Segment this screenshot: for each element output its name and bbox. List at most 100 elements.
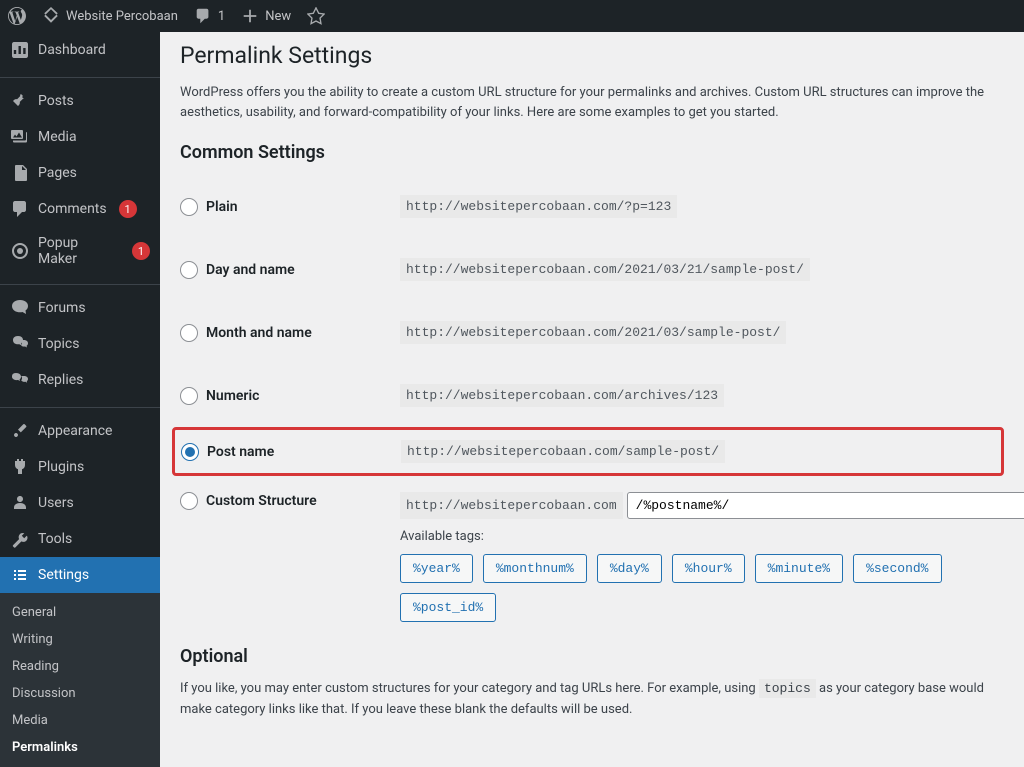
menu-label: Media xyxy=(38,129,77,145)
tag-day[interactable]: %day% xyxy=(597,554,662,583)
tag-hour[interactable]: %hour% xyxy=(672,554,745,583)
option-day-name-label[interactable]: Day and name xyxy=(180,261,400,279)
submenu-general[interactable]: General xyxy=(0,599,160,626)
optional-text-1: If you like, you may enter custom struct… xyxy=(180,681,759,696)
option-numeric-label[interactable]: Numeric xyxy=(180,387,400,405)
menu-label: Comments xyxy=(38,201,107,217)
option-day-name-example: http://websitepercobaan.com/2021/03/21/s… xyxy=(400,258,810,281)
radio-day-name[interactable] xyxy=(180,261,198,279)
page-title: Permalink Settings xyxy=(180,42,1004,69)
menu-label: Tools xyxy=(38,531,72,547)
menu-separator xyxy=(0,73,160,78)
option-custom: Custom Structure http://websitepercobaan… xyxy=(180,476,1004,638)
comments-count: 1 xyxy=(218,9,225,24)
option-plain-example: http://websitepercobaan.com/?p=123 xyxy=(400,195,677,218)
submenu-reading[interactable]: Reading xyxy=(0,653,160,680)
pin-icon xyxy=(10,91,30,111)
optional-code: topics xyxy=(759,679,816,698)
site-name: Website Percobaan xyxy=(66,9,178,24)
wp-logo[interactable] xyxy=(8,7,26,25)
radio-month-name[interactable] xyxy=(180,324,198,342)
menu-topics[interactable]: Topics xyxy=(0,326,160,362)
option-month-name-example: http://websitepercobaan.com/2021/03/samp… xyxy=(400,321,786,344)
submenu-writing[interactable]: Writing xyxy=(0,626,160,653)
menu-label: Replies xyxy=(38,372,83,388)
tag-post-id[interactable]: %post_id% xyxy=(400,593,496,622)
new-link[interactable]: New xyxy=(241,7,291,25)
menu-users[interactable]: Users xyxy=(0,485,160,521)
optional-heading: Optional xyxy=(180,646,1004,667)
submenu-permalinks[interactable]: Permalinks xyxy=(0,734,160,761)
brush-icon xyxy=(10,421,30,441)
menu-posts[interactable]: Posts xyxy=(0,83,160,119)
topics-icon xyxy=(10,334,30,354)
radio-plain[interactable] xyxy=(180,198,198,216)
badge: 1 xyxy=(119,200,137,218)
option-numeric: Numeric http://websitepercobaan.com/arch… xyxy=(180,364,1004,427)
option-plain-label[interactable]: Plain xyxy=(180,198,400,216)
forums-icon xyxy=(10,298,30,318)
menu-media[interactable]: Media xyxy=(0,119,160,155)
wrench-icon xyxy=(10,529,30,549)
option-post-name-example: http://websitepercobaan.com/sample-post/ xyxy=(401,440,725,463)
page-intro: WordPress offers you the ability to crea… xyxy=(180,83,1004,122)
menu-replies[interactable]: Replies xyxy=(0,362,160,398)
submenu-discussion[interactable]: Discussion xyxy=(0,680,160,707)
menu-dashboard[interactable]: Dashboard xyxy=(0,32,160,68)
tag-monthnum[interactable]: %monthnum% xyxy=(483,554,587,583)
menu-popup-maker[interactable]: Popup Maker 1 xyxy=(0,227,160,275)
replies-icon xyxy=(10,370,30,390)
settings-submenu: General Writing Reading Discussion Media… xyxy=(0,593,160,767)
option-plain: Plain http://websitepercobaan.com/?p=123 xyxy=(180,175,1004,238)
menu-forums[interactable]: Forums xyxy=(0,290,160,326)
optional-desc: If you like, you may enter custom struct… xyxy=(180,679,1004,721)
tag-minute[interactable]: %minute% xyxy=(755,554,843,583)
option-month-name-label[interactable]: Month and name xyxy=(180,324,400,342)
menu-settings[interactable]: Settings xyxy=(0,557,160,593)
option-day-name: Day and name http://websitepercobaan.com… xyxy=(180,238,1004,301)
option-custom-label[interactable]: Custom Structure xyxy=(180,492,400,510)
option-label-text: Post name xyxy=(207,444,274,460)
menu-appearance[interactable]: Appearance xyxy=(0,413,160,449)
new-label: New xyxy=(265,9,291,24)
extra-icon[interactable] xyxy=(307,7,325,25)
menu-label: Plugins xyxy=(38,459,84,475)
menu-separator xyxy=(0,403,160,408)
menu-tools[interactable]: Tools xyxy=(0,521,160,557)
plug-icon xyxy=(10,457,30,477)
menu-pages[interactable]: Pages xyxy=(0,155,160,191)
option-label-text: Custom Structure xyxy=(206,493,317,509)
menu-label: Users xyxy=(38,495,74,511)
custom-structure-input[interactable] xyxy=(627,492,1024,519)
main-content: Permalink Settings WordPress offers you … xyxy=(160,32,1024,734)
custom-base-url: http://websitepercobaan.com xyxy=(400,492,623,519)
comments-link[interactable]: 1 xyxy=(194,7,225,25)
tag-second[interactable]: %second% xyxy=(853,554,941,583)
menu-separator xyxy=(0,280,160,285)
menu-label: Forums xyxy=(38,300,86,316)
option-label-text: Plain xyxy=(206,199,238,215)
radio-post-name[interactable] xyxy=(181,443,199,461)
menu-label: Dashboard xyxy=(38,42,106,58)
site-link[interactable]: Website Percobaan xyxy=(42,7,178,25)
menu-label: Appearance xyxy=(38,423,112,439)
common-settings-heading: Common Settings xyxy=(180,142,1004,163)
popup-icon xyxy=(10,241,30,261)
option-label-text: Day and name xyxy=(206,262,295,278)
badge: 1 xyxy=(132,242,150,260)
menu-label: Popup Maker xyxy=(38,235,120,267)
radio-numeric[interactable] xyxy=(180,387,198,405)
menu-comments[interactable]: Comments 1 xyxy=(0,191,160,227)
menu-plugins[interactable]: Plugins xyxy=(0,449,160,485)
radio-custom[interactable] xyxy=(180,492,198,510)
admin-toolbar: Website Percobaan 1 New xyxy=(0,0,1024,32)
tag-year[interactable]: %year% xyxy=(400,554,473,583)
option-post-name-label[interactable]: Post name xyxy=(181,443,401,461)
option-post-name: Post name http://websitepercobaan.com/sa… xyxy=(172,427,1004,476)
user-icon xyxy=(10,493,30,513)
option-numeric-example: http://websitepercobaan.com/archives/123 xyxy=(400,384,724,407)
submenu-media[interactable]: Media xyxy=(0,707,160,734)
sliders-icon xyxy=(10,565,30,585)
dashboard-icon xyxy=(10,40,30,60)
comment-icon xyxy=(10,199,30,219)
